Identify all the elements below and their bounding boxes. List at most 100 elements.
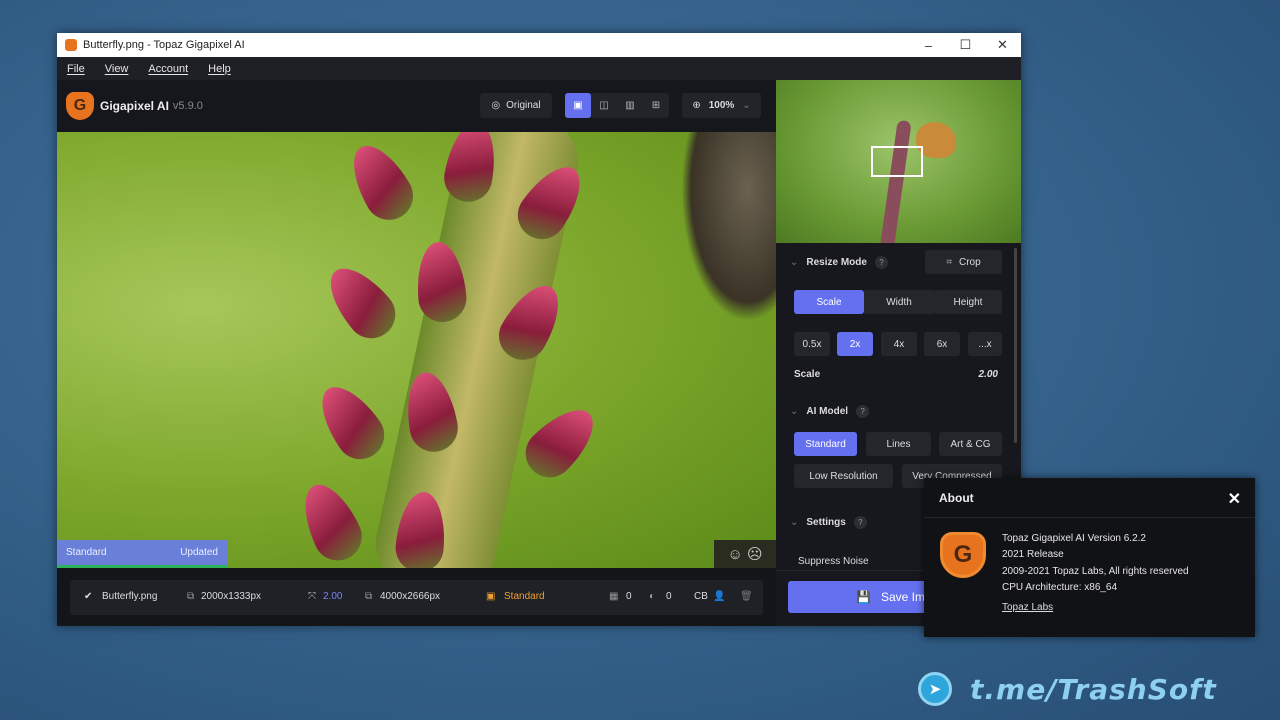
close-icon[interactable]: ✕: [1228, 489, 1241, 509]
seed-head: [515, 396, 607, 488]
menu-bar: File View Account Help: [57, 57, 1021, 80]
resize-mode-label: Resize Mode: [806, 257, 867, 268]
model-name: Standard: [504, 591, 545, 602]
original-label: Original: [506, 100, 541, 111]
thumb-stem: [878, 119, 912, 243]
output-size-icon: ⧉: [365, 591, 373, 602]
help-icon[interactable]: ?: [874, 256, 888, 269]
maximize-button[interactable]: ☐: [947, 33, 984, 57]
model-lines[interactable]: Lines: [866, 432, 931, 456]
zoom-icon: ⊕: [692, 100, 701, 111]
preset-custom[interactable]: ...x: [968, 332, 1002, 356]
model-icon: ▣: [486, 591, 496, 602]
feedback-group: ☺ ☹: [714, 540, 776, 568]
side-by-side-button[interactable]: ▥: [617, 93, 643, 118]
navigator-thumbnail[interactable]: [776, 80, 1021, 243]
scale-input[interactable]: 2.00: [966, 369, 998, 380]
menu-view[interactable]: View: [105, 63, 129, 75]
model-badge: Standard: [66, 547, 107, 558]
input-size: 2000x1333px: [201, 591, 262, 602]
crop-button[interactable]: ⌗ Crop: [925, 250, 1002, 274]
seed-head: [292, 475, 370, 568]
crop-label: Crop: [958, 256, 981, 268]
ai-model-header[interactable]: ⌄ AI Model ?: [790, 405, 870, 418]
single-view-button[interactable]: ▣: [565, 93, 591, 118]
help-icon[interactable]: ?: [856, 405, 870, 418]
smile-icon[interactable]: ☺: [728, 546, 743, 563]
blur-icon: ◐: [649, 591, 656, 602]
seed-head: [316, 255, 406, 349]
tab-width[interactable]: Width: [864, 290, 934, 314]
chevron-down-icon: ⌄: [790, 406, 799, 417]
tab-height[interactable]: Height: [934, 290, 1002, 314]
settings-label: Settings: [806, 517, 846, 528]
file-row[interactable]: ✔ Butterfly.png ⧉ 2000x1333px ⤧ 2.00 ⧉ 4…: [70, 580, 763, 615]
help-icon[interactable]: ?: [853, 516, 867, 529]
version-text: Topaz Gigapixel AI Version 6.2.2: [1002, 533, 1146, 544]
gigapixel-logo: G: [940, 532, 986, 578]
telegram-icon: ➤: [918, 672, 952, 706]
scale-value: 2.00: [323, 591, 343, 602]
butterfly-wing-detail: [681, 132, 776, 322]
save-icon: 💾: [856, 590, 871, 604]
seed-head: [308, 375, 394, 469]
model-art-cg[interactable]: Art & CG: [939, 432, 1002, 456]
copyright-text: 2009-2021 Topaz Labs, All rights reserve…: [1002, 565, 1189, 577]
preview-image[interactable]: Standard Updated ☺ ☹: [57, 132, 776, 568]
menu-account[interactable]: Account: [148, 63, 188, 75]
watermark: ➤ t.me/TrashSoft: [918, 672, 1217, 706]
neutral-face-icon[interactable]: ☹: [747, 545, 763, 563]
preset-4x[interactable]: 4x: [881, 332, 917, 356]
suppress-noise-label: Suppress Noise: [798, 556, 869, 567]
about-title: About: [939, 490, 974, 505]
view-mode-group: ▣ ◫ ▥ ⊞: [565, 93, 669, 118]
about-dialog: About ✕ G Topaz Gigapixel AI Version 6.2…: [924, 478, 1255, 637]
app-window: Butterfly.png - Topaz Gigapixel AI – ☐ ✕…: [57, 33, 1021, 626]
preview-status-badge: Standard Updated: [57, 540, 227, 568]
model-low-resolution[interactable]: Low Resolution: [794, 464, 893, 488]
scale-label: Scale: [794, 369, 821, 380]
crop-icon: ⌗: [946, 256, 952, 268]
menu-help[interactable]: Help: [208, 63, 231, 75]
title-bar: Butterfly.png - Topaz Gigapixel AI – ☐ ✕: [57, 33, 1021, 57]
settings-header[interactable]: ⌄ Settings ?: [790, 516, 867, 529]
zoom-dropdown[interactable]: ⊕ 100% ⌄: [682, 93, 761, 118]
split-view-button[interactable]: ◫: [591, 93, 617, 118]
preset-6x[interactable]: 6x: [924, 332, 960, 356]
status-badge: Updated: [180, 547, 218, 558]
release-text: 2021 Release: [1002, 549, 1064, 561]
check-icon[interactable]: ✔: [84, 591, 92, 602]
scale-icon: ⤧: [308, 591, 316, 602]
bottom-bar: ✔ Butterfly.png ⧉ 2000x1333px ⤧ 2.00 ⧉ 4…: [57, 568, 776, 626]
preset-0-5x[interactable]: 0.5x: [794, 332, 830, 356]
gigapixel-logo: G: [66, 92, 94, 120]
ai-model-label: AI Model: [806, 406, 849, 417]
blur-value: 0: [666, 591, 672, 602]
tab-scale[interactable]: Scale: [794, 290, 864, 314]
window-title: Butterfly.png - Topaz Gigapixel AI: [83, 39, 245, 51]
face-label: CB: [694, 591, 708, 602]
input-size-icon: ⧉: [187, 591, 195, 602]
close-button[interactable]: ✕: [984, 33, 1021, 57]
chevron-down-icon: ⌄: [790, 517, 799, 528]
watermark-text: t.me/TrashSoft: [970, 672, 1217, 706]
preset-2x[interactable]: 2x: [837, 332, 873, 356]
face-icon: 👤: [713, 591, 726, 602]
original-toggle-button[interactable]: ◎ Original: [480, 93, 552, 118]
topaz-labs-link[interactable]: Topaz Labs: [1002, 600, 1189, 616]
toolbar: G Gigapixel AI v5.9.0 ◎ Original ▣ ◫ ▥ ⊞…: [57, 80, 776, 132]
app-version: v5.9.0: [172, 100, 203, 112]
trash-icon[interactable]: 🗑: [740, 591, 753, 602]
app-name: Gigapixel AI: [100, 99, 169, 113]
noise-icon: ▦: [609, 591, 619, 602]
minimize-button[interactable]: –: [910, 33, 947, 57]
menu-file[interactable]: File: [67, 63, 85, 75]
model-standard[interactable]: Standard: [794, 432, 857, 456]
quad-view-button[interactable]: ⊞: [643, 93, 669, 118]
file-name: Butterfly.png: [102, 591, 158, 602]
panel-scrollbar[interactable]: [1014, 248, 1017, 443]
viewport-rectangle[interactable]: [871, 146, 923, 177]
zoom-level: 100%: [708, 100, 735, 111]
resize-mode-header[interactable]: ⌄ Resize Mode ?: [790, 256, 888, 269]
cpu-architecture-text: CPU Architecture: x86_64: [1002, 581, 1118, 593]
